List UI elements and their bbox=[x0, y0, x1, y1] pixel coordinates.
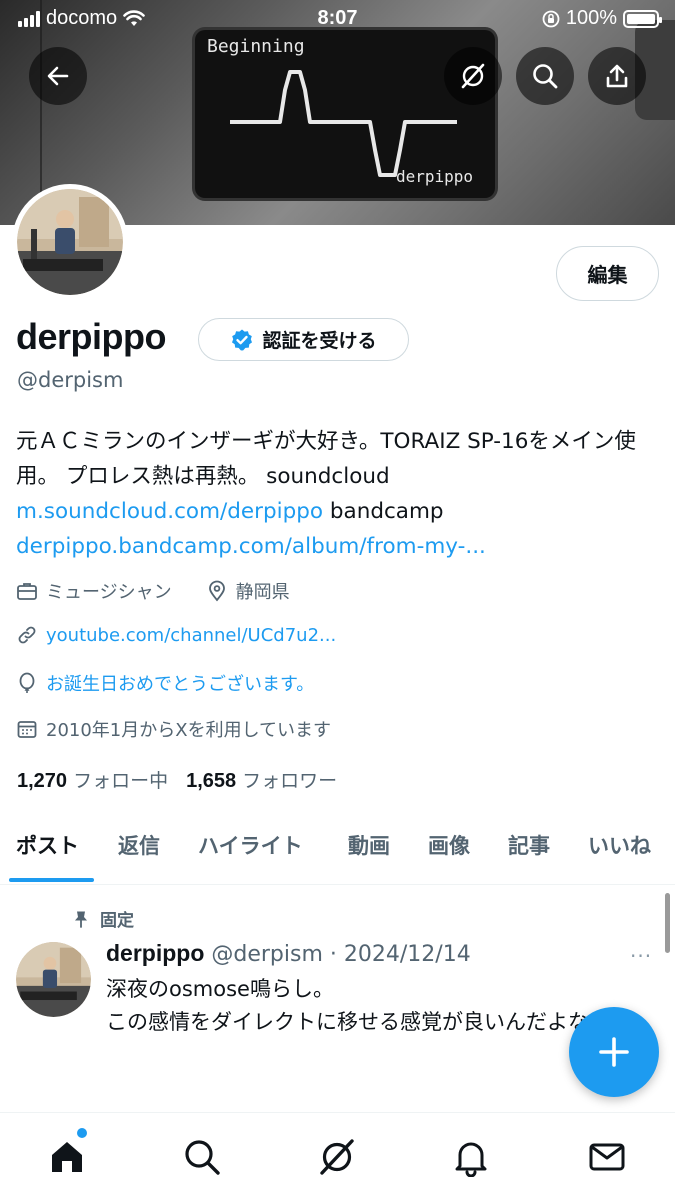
profile-tabs: ポスト 返信 ハイライト 動画 画像 記事 いいね bbox=[0, 820, 675, 885]
profile-joined: 2010年1月からXを利用しています bbox=[46, 720, 332, 741]
followers-label: フォロワー bbox=[242, 770, 338, 792]
following-label: フォロー中 bbox=[73, 770, 169, 792]
share-button[interactable] bbox=[588, 47, 646, 105]
pinned-indicator: 固定 bbox=[72, 906, 134, 931]
profile-bio: 元ＡＣミランのインザーギが大好き。TORAIZ SP-16をメイン使用。 プロレ… bbox=[16, 424, 666, 564]
profile-birthday-row: お誕生日おめでとうございます。 bbox=[16, 670, 314, 696]
pinned-label: 固定 bbox=[100, 911, 134, 931]
home-notification-dot bbox=[77, 1128, 87, 1138]
edit-profile-button[interactable]: 編集 bbox=[556, 246, 659, 301]
tweet-header: derpippo @derpism · 2024/12/14 bbox=[106, 940, 471, 967]
profile-meta-category-location: ミュージシャン 静岡県 bbox=[16, 578, 290, 604]
status-right-group: 100% bbox=[542, 7, 662, 30]
share-icon bbox=[606, 64, 628, 88]
bio-bandcamp-link[interactable]: derpippo.bandcamp.com/album/from-my-... bbox=[16, 534, 486, 559]
nav-search[interactable] bbox=[180, 1135, 224, 1179]
search-icon bbox=[533, 64, 558, 89]
grok-icon bbox=[320, 1139, 354, 1175]
home-icon bbox=[52, 1142, 82, 1172]
profile-joined-row: 2010年1月からXを利用しています bbox=[16, 716, 331, 742]
follow-counts: 1,270 フォロー中 1,658 フォロワー bbox=[17, 766, 337, 793]
following-link[interactable]: 1,270 フォロー中 bbox=[17, 766, 168, 793]
grok-icon bbox=[461, 63, 485, 89]
bio-text-2: bandcamp bbox=[323, 499, 444, 524]
arrow-left-icon bbox=[47, 66, 69, 86]
tab-photos[interactable]: 画像 bbox=[428, 830, 470, 860]
profile-website-row[interactable]: youtube.com/channel/UCd7u2... bbox=[16, 624, 336, 646]
rotation-lock-icon bbox=[542, 10, 560, 27]
tweet-line-1: 深夜のosmose鳴らし。 bbox=[106, 977, 334, 1001]
mail-icon bbox=[589, 1143, 625, 1171]
profile-location: 静岡県 bbox=[235, 582, 290, 603]
avatar-photo bbox=[17, 189, 123, 295]
tab-videos[interactable]: 動画 bbox=[348, 830, 390, 860]
tab-articles[interactable]: 記事 bbox=[508, 830, 550, 860]
balloon-icon bbox=[19, 672, 35, 693]
nav-messages[interactable] bbox=[585, 1135, 629, 1179]
tab-highlights[interactable]: ハイライト bbox=[198, 830, 303, 860]
nav-grok[interactable] bbox=[315, 1135, 359, 1179]
banner-screen-signature: derpippo bbox=[395, 167, 473, 186]
location-pin-icon bbox=[208, 580, 225, 602]
profile-website[interactable]: youtube.com/channel/UCd7u2... bbox=[46, 625, 336, 646]
link-icon bbox=[18, 626, 36, 644]
status-bar: docomo 8:07 100% bbox=[0, 0, 675, 38]
nav-home[interactable] bbox=[45, 1135, 89, 1179]
profile-handle: @derpism bbox=[17, 368, 124, 392]
following-count: 1,270 bbox=[17, 770, 68, 792]
grok-button[interactable] bbox=[444, 47, 502, 105]
verified-badge-icon bbox=[232, 329, 253, 350]
battery-icon bbox=[623, 9, 662, 28]
bio-soundcloud-link[interactable]: m.soundcloud.com/derpippo bbox=[16, 499, 323, 524]
banner-device-screen: Beginning derpippo bbox=[195, 30, 495, 198]
followers-count: 1,658 bbox=[186, 770, 237, 792]
search-icon bbox=[185, 1140, 220, 1175]
back-button[interactable] bbox=[29, 47, 87, 105]
tab-likes[interactable]: いいね bbox=[588, 830, 651, 860]
profile-birthday: お誕生日おめでとうございます。 bbox=[46, 674, 315, 695]
profile-category: ミュージシャン bbox=[46, 582, 172, 603]
active-tab-indicator bbox=[9, 878, 94, 882]
tweet-more-button[interactable]: ··· bbox=[630, 944, 652, 968]
get-verified-button[interactable]: 認証を受ける bbox=[198, 318, 409, 361]
tweet-author[interactable]: derpippo bbox=[106, 940, 204, 966]
get-verified-label: 認証を受ける bbox=[262, 330, 377, 352]
plus-icon bbox=[599, 1037, 629, 1067]
profile-name: derpippo bbox=[16, 316, 166, 357]
search-button[interactable] bbox=[516, 47, 574, 105]
followers-link[interactable]: 1,658 フォロワー bbox=[186, 766, 337, 793]
scrollbar[interactable] bbox=[665, 893, 670, 953]
briefcase-icon bbox=[17, 583, 37, 600]
tab-replies[interactable]: 返信 bbox=[118, 830, 160, 860]
tab-posts[interactable]: ポスト bbox=[16, 830, 79, 860]
profile-avatar[interactable] bbox=[12, 184, 128, 300]
tweet-handle-date: @derpism · 2024/12/14 bbox=[211, 942, 471, 967]
nav-notifications[interactable] bbox=[449, 1135, 493, 1179]
bell-icon bbox=[455, 1142, 487, 1177]
tweet-avatar[interactable] bbox=[16, 942, 91, 1017]
pin-icon bbox=[75, 911, 87, 928]
tweet-avatar-photo bbox=[16, 942, 91, 1017]
compose-button[interactable] bbox=[569, 1007, 659, 1097]
bio-text-1: 元ＡＣミランのインザーギが大好き。TORAIZ SP-16をメイン使用。 プロレ… bbox=[16, 429, 636, 489]
calendar-icon bbox=[17, 721, 37, 738]
battery-percent: 100% bbox=[565, 7, 617, 29]
bottom-navigation bbox=[0, 1112, 675, 1200]
